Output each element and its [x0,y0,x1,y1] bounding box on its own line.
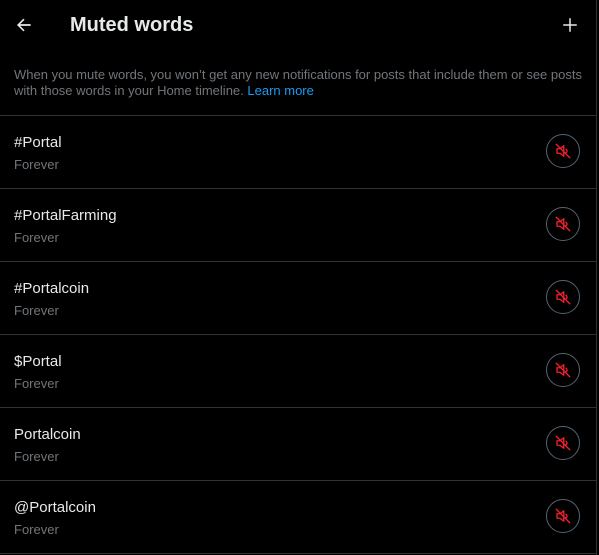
muted-word-row[interactable]: #Portalcoin Forever [0,261,597,334]
muted-word-duration: Forever [14,449,59,464]
muted-word-text: #PortalFarming [14,207,117,224]
plus-icon [563,18,577,32]
muted-word-duration: Forever [14,157,59,172]
speaker-muted-icon [555,362,571,378]
muted-words-panel: Muted words When you mute words, you won… [0,0,597,555]
speaker-muted-icon [555,508,571,524]
speaker-muted-icon [555,143,571,159]
muted-word-duration: Forever [14,230,59,245]
unmute-button[interactable] [546,353,580,387]
muted-word-duration: Forever [14,522,59,537]
learn-more-link[interactable]: Learn more [247,83,313,98]
muted-word-duration: Forever [14,376,59,391]
muted-word-text: #Portal [14,134,62,151]
speaker-muted-icon [555,435,571,451]
unmute-button[interactable] [546,499,580,533]
muted-words-description: When you mute words, you won’t get any n… [14,67,584,99]
muted-word-row[interactable]: #PortalFarming Forever [0,188,597,261]
page-title: Muted words [70,14,194,36]
speaker-muted-icon [555,216,571,232]
unmute-button[interactable] [546,134,580,168]
muted-word-text: Portalcoin [14,426,81,443]
muted-word-row[interactable]: $Portal Forever [0,334,597,407]
header: Muted words [0,0,596,50]
muted-word-row[interactable]: #Portal Forever [0,115,597,188]
muted-word-row[interactable]: @Portalcoin Forever [0,480,597,554]
unmute-button[interactable] [546,280,580,314]
add-muted-word-button[interactable] [556,11,584,39]
speaker-muted-icon [555,289,571,305]
muted-word-row[interactable]: Portalcoin Forever [0,407,597,480]
unmute-button[interactable] [546,426,580,460]
back-button[interactable] [10,11,38,39]
muted-word-duration: Forever [14,303,59,318]
muted-word-text: $Portal [14,353,62,370]
muted-word-text: #Portalcoin [14,280,90,297]
muted-word-text: @Portalcoin [14,499,96,516]
arrow-left-icon [17,18,31,32]
unmute-button[interactable] [546,207,580,241]
muted-words-list: #Portal Forever #PortalFarming Forever #… [0,115,597,554]
